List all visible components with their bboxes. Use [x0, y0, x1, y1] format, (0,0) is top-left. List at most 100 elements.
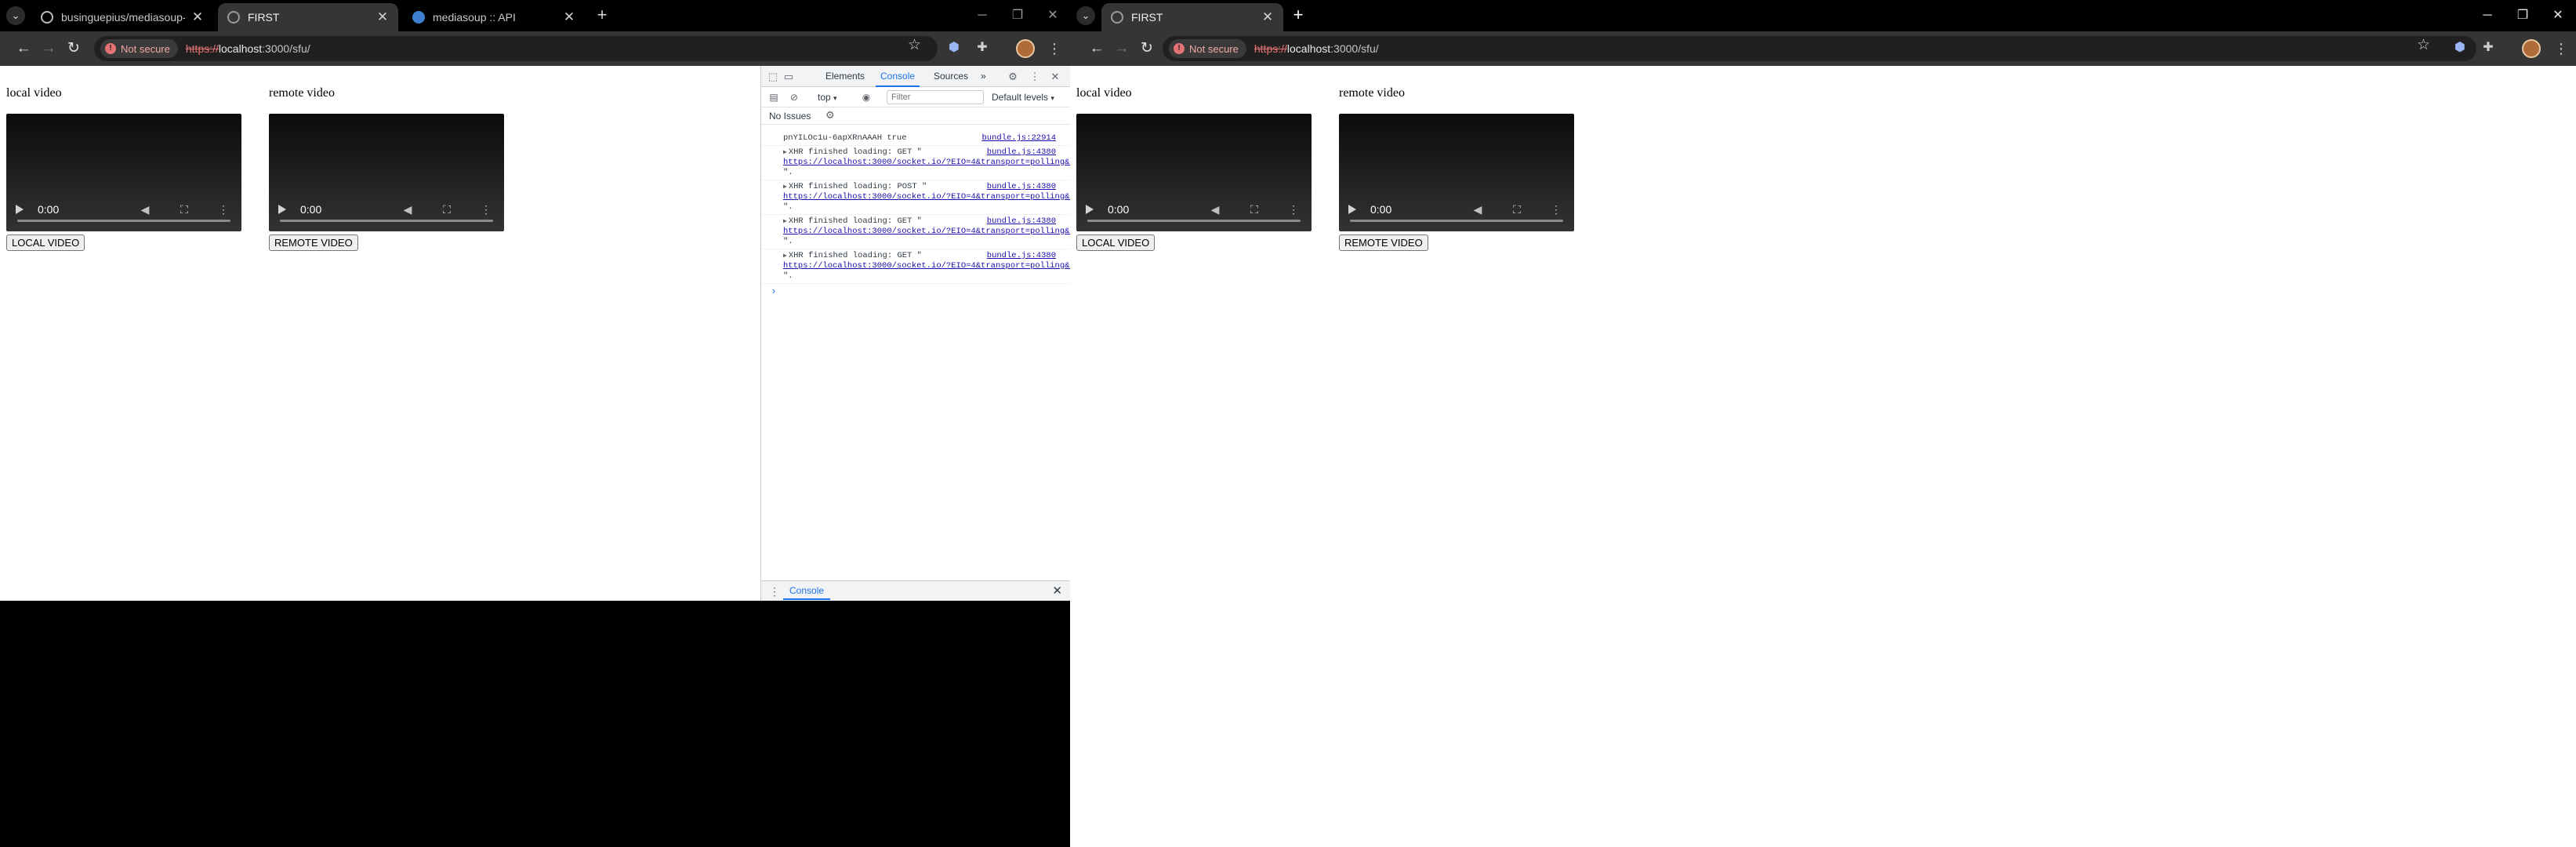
request-url-link[interactable]: https://localhost:3000/socket.io/?EIO=4&… — [783, 158, 1070, 168]
url-text[interactable]: https://localhost:3000/sfu/ — [186, 42, 310, 55]
security-chip[interactable]: ! Not secure — [100, 39, 178, 58]
local-video-player[interactable]: 0:00 ◀ ⛶ ⋮ — [6, 114, 241, 231]
devtools-menu-icon[interactable]: ⋮ — [1028, 70, 1042, 84]
clear-console-icon[interactable]: ⊘ — [788, 91, 800, 104]
inspect-element-icon[interactable]: ⬚ — [766, 70, 780, 84]
back-button[interactable]: ← — [1087, 39, 1106, 58]
local-video-player[interactable]: 0:00 ◀ ⛶ ⋮ — [1076, 114, 1312, 231]
tab-console[interactable]: Console — [876, 66, 920, 87]
tab-search-button[interactable]: ⌄ — [6, 6, 25, 25]
expand-triangle-icon[interactable]: ▶ — [783, 253, 787, 260]
settings-gear-icon[interactable]: ⚙ — [1006, 70, 1020, 84]
console-message[interactable]: ▶ XHR finished loading: GET " bundle.js:4… — [761, 146, 1070, 180]
bookmark-star-icon[interactable]: ☆ — [908, 36, 921, 54]
tab-sources[interactable]: Sources — [929, 66, 973, 87]
tab-search-button[interactable]: ⌄ — [1076, 6, 1095, 25]
log-levels-dropdown[interactable]: Default levels ▾ — [992, 92, 1054, 103]
tab-first[interactable]: FIRST ✕ — [218, 3, 398, 31]
profile-avatar[interactable] — [1016, 39, 1035, 58]
more-options-icon[interactable]: ⋮ — [1547, 203, 1565, 216]
forward-button[interactable]: → — [39, 39, 58, 58]
remote-video-button[interactable]: REMOTE VIDEO — [1339, 234, 1428, 251]
tab-mediasoup-api[interactable]: mediasoup :: API ✕ — [403, 3, 585, 31]
browser-menu-icon[interactable]: ⋮ — [1047, 39, 1061, 58]
volume-icon[interactable]: ◀ — [136, 203, 154, 216]
security-chip[interactable]: ! Not secure — [1169, 39, 1246, 58]
extension-shield-icon[interactable]: ⬢ — [945, 39, 963, 56]
reload-button[interactable]: ↻ — [64, 39, 83, 58]
request-url-link[interactable]: https://localhost:3000/socket.io/?EIO=4&… — [783, 227, 1070, 237]
remote-video-player[interactable]: 0:00 ◀ ⛶ ⋮ — [1339, 114, 1574, 231]
video-progress-track[interactable] — [1350, 220, 1563, 222]
new-tab-button[interactable]: + — [592, 5, 612, 26]
volume-icon[interactable]: ◀ — [1469, 203, 1486, 216]
minimize-button[interactable]: ─ — [2473, 5, 2502, 27]
local-video-button[interactable]: LOCAL VIDEO — [6, 234, 85, 251]
bookmark-star-icon[interactable]: ☆ — [2417, 36, 2430, 54]
fullscreen-icon[interactable]: ⛶ — [1246, 203, 1263, 216]
console-message[interactable]: ▶ XHR finished loading: GET " bundle.js:4… — [761, 215, 1070, 249]
extensions-puzzle-icon[interactable]: ✚ — [2480, 39, 2497, 56]
restore-button[interactable]: ❐ — [2509, 5, 2537, 27]
minimize-button[interactable]: ─ — [968, 5, 996, 27]
back-button[interactable]: ← — [14, 39, 33, 58]
message-source-link[interactable]: bundle.js:4380 — [987, 182, 1056, 192]
address-bar[interactable]: ! Not secure https://localhost:3000/sfu/ — [94, 36, 938, 61]
close-window-button[interactable]: ✕ — [1039, 5, 1067, 27]
close-icon[interactable]: ✕ — [191, 9, 204, 25]
close-window-button[interactable]: ✕ — [2544, 5, 2572, 27]
message-source-link[interactable]: bundle.js:4380 — [987, 147, 1056, 158]
close-icon[interactable]: ✕ — [563, 9, 575, 25]
reload-button[interactable]: ↻ — [1137, 39, 1156, 58]
more-options-icon[interactable]: ⋮ — [215, 203, 232, 216]
request-url-link[interactable]: https://localhost:3000/socket.io/?EIO=4&… — [783, 261, 1070, 271]
volume-icon[interactable]: ◀ — [1206, 203, 1224, 216]
tab-first[interactable]: FIRST ✕ — [1101, 3, 1283, 31]
expand-triangle-icon[interactable]: ▶ — [783, 184, 787, 191]
console-settings-icon[interactable]: ⚙ — [825, 109, 835, 122]
profile-avatar[interactable] — [2522, 39, 2541, 58]
console-filter-input[interactable] — [887, 90, 984, 104]
browser-menu-icon[interactable]: ⋮ — [2554, 39, 2568, 58]
fullscreen-icon[interactable]: ⛶ — [1508, 203, 1526, 216]
extension-shield-icon[interactable]: ⬢ — [2451, 39, 2469, 56]
remote-video-button[interactable]: REMOTE VIDEO — [269, 234, 358, 251]
close-drawer-icon[interactable]: ✕ — [1052, 583, 1062, 598]
message-source-link[interactable]: bundle.js:4380 — [987, 251, 1056, 261]
video-progress-track[interactable] — [17, 220, 230, 222]
live-expression-eye-icon[interactable]: ◉ — [860, 91, 873, 104]
sidebar-toggle-icon[interactable]: ▤ — [767, 91, 780, 104]
tab-elements[interactable]: Elements — [821, 66, 869, 87]
new-tab-button[interactable]: + — [1288, 5, 1308, 26]
device-toolbar-icon[interactable]: ▭ — [782, 70, 796, 84]
drawer-menu-icon[interactable]: ⋮ — [769, 585, 780, 598]
url-text[interactable]: https://localhost:3000/sfu/ — [1254, 42, 1379, 55]
message-source-link[interactable]: bundle.js:4380 — [987, 216, 1056, 227]
play-icon[interactable] — [1086, 205, 1094, 214]
close-icon[interactable]: ✕ — [1261, 9, 1274, 25]
console-message[interactable]: ▶ XHR finished loading: POST " bundle.js:… — [761, 180, 1070, 215]
expand-triangle-icon[interactable]: ▶ — [783, 149, 787, 156]
fullscreen-icon[interactable]: ⛶ — [438, 203, 455, 216]
issues-count[interactable]: No Issues — [769, 111, 811, 122]
close-icon[interactable]: ✕ — [376, 9, 389, 25]
play-icon[interactable] — [278, 205, 286, 214]
tab-github[interactable]: businguepius/mediasoup-1-1: C ✕ — [31, 3, 213, 31]
drawer-tab-console[interactable]: Console — [783, 581, 831, 600]
more-options-icon[interactable]: ⋮ — [1285, 203, 1302, 216]
address-bar[interactable]: ! Not secure https://localhost:3000/sfu/ — [1163, 36, 2476, 61]
video-progress-track[interactable] — [1087, 220, 1301, 222]
play-icon[interactable] — [16, 205, 24, 214]
play-icon[interactable] — [1348, 205, 1356, 214]
remote-video-player[interactable]: 0:00 ◀ ⛶ ⋮ — [269, 114, 504, 231]
more-tabs-button[interactable]: » — [976, 66, 991, 87]
message-source-link[interactable]: bundle.js:22914 — [981, 133, 1056, 144]
video-progress-track[interactable] — [280, 220, 493, 222]
extensions-puzzle-icon[interactable]: ✚ — [974, 39, 991, 56]
forward-button[interactable]: → — [1112, 39, 1131, 58]
context-selector[interactable]: top ▾ — [818, 92, 837, 103]
expand-triangle-icon[interactable]: ▶ — [783, 218, 787, 225]
close-devtools-icon[interactable]: ✕ — [1048, 70, 1062, 84]
volume-icon[interactable]: ◀ — [399, 203, 416, 216]
more-options-icon[interactable]: ⋮ — [477, 203, 495, 216]
